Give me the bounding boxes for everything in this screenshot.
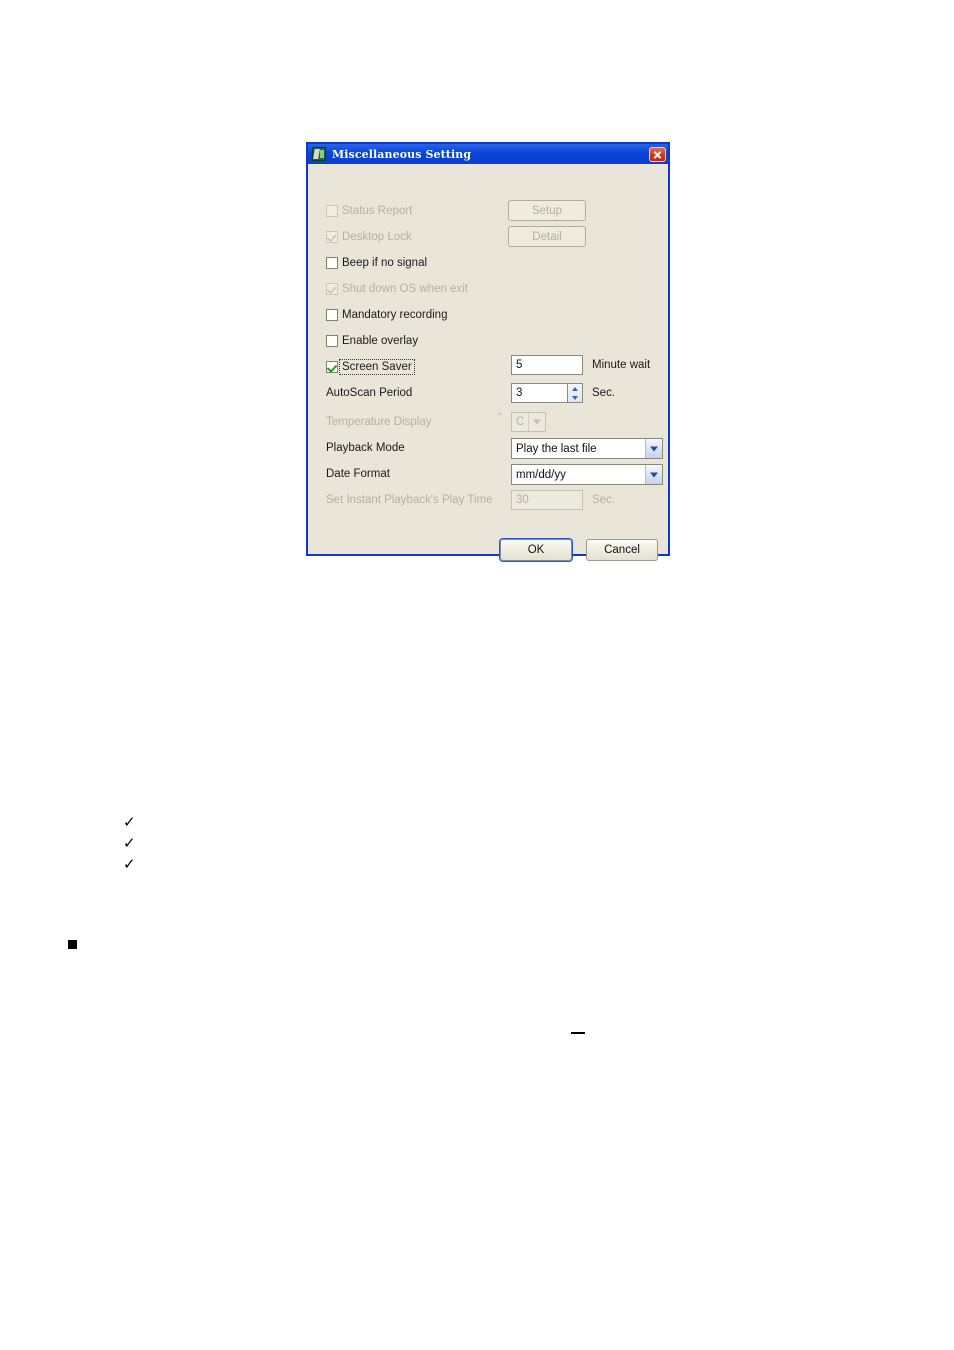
checkbox-enable-overlay-box[interactable] — [326, 335, 338, 347]
detail-button: Detail — [508, 226, 586, 247]
checkbox-enable-overlay[interactable]: Enable overlay — [326, 334, 420, 348]
instant-playback-label: Set Instant Playback's Play Time — [326, 494, 493, 506]
spinner-down-icon[interactable] — [568, 393, 582, 402]
checkbox-mandatory-recording-box[interactable] — [326, 309, 338, 321]
checkbox-mandatory-recording[interactable]: Mandatory recording — [326, 308, 449, 322]
setup-button: Setup — [508, 200, 586, 221]
playback-mode-value: Play the last file — [516, 442, 597, 455]
checkbox-status-report: Status Report — [326, 204, 414, 218]
checkbox-mandatory-recording-label: Mandatory recording — [342, 309, 448, 321]
temperature-display-label: Temperature Display — [326, 416, 432, 428]
row-desktop-lock: Desktop Lock — [308, 224, 668, 250]
screen-saver-unit-label: Minute wait — [592, 359, 651, 371]
page-dash-mark — [571, 1032, 585, 1034]
temperature-unit-value: C — [516, 416, 525, 428]
page-square-bullet — [68, 940, 77, 949]
checkbox-status-report-box — [326, 205, 338, 217]
autoscan-period-input[interactable]: 3 — [511, 383, 568, 403]
chevron-down-icon[interactable] — [645, 465, 662, 484]
checkbox-shutdown-os: Shut down OS when exit — [326, 282, 470, 296]
date-format-select[interactable]: mm/dd/yy — [511, 464, 663, 485]
row-shutdown-os: Shut down OS when exit — [308, 276, 668, 302]
row-beep-no-signal: Beep if no signal — [308, 250, 668, 276]
temperature-unit-select: C — [511, 412, 546, 432]
checkbox-screen-saver-label: Screen Saver — [339, 359, 415, 375]
chevron-down-icon — [528, 413, 545, 431]
checkbox-status-report-label: Status Report — [342, 205, 413, 217]
spinner-up-icon[interactable] — [568, 384, 582, 393]
instant-playback-unit-label: Sec. — [592, 494, 616, 506]
dialog-title: Miscellaneous Setting — [332, 147, 472, 161]
row-status-report: Status Report — [308, 198, 668, 224]
ok-button[interactable]: OK — [500, 539, 572, 561]
page-checkmark-3: ✓ — [123, 855, 136, 873]
screen-saver-minutes-input[interactable]: 5 — [511, 355, 583, 375]
miscellaneous-setting-dialog: Miscellaneous Setting Status Report Setu… — [306, 142, 670, 561]
checkbox-desktop-lock-label: Desktop Lock — [342, 231, 412, 243]
checkbox-desktop-lock-box — [326, 231, 338, 243]
checkbox-beep-no-signal-box[interactable] — [326, 257, 338, 269]
checkbox-enable-overlay-label: Enable overlay — [342, 335, 419, 347]
page-checkmark-2: ✓ — [123, 834, 136, 852]
dialog-body: Status Report Setup Desktop Lock Detail … — [308, 164, 668, 561]
autoscan-period-label: AutoScan Period — [326, 387, 413, 399]
close-icon[interactable] — [649, 146, 666, 162]
app-icon — [312, 147, 326, 161]
playback-mode-select[interactable]: Play the last file — [511, 438, 663, 459]
chevron-down-icon[interactable] — [645, 439, 662, 458]
row-enable-overlay: Enable overlay — [308, 328, 668, 354]
autoscan-period-spinner[interactable] — [568, 383, 583, 403]
checkbox-shutdown-os-label: Shut down OS when exit — [342, 283, 468, 295]
checkbox-desktop-lock: Desktop Lock — [326, 230, 414, 244]
dialog-titlebar[interactable]: Miscellaneous Setting — [308, 144, 668, 164]
page-checkmark-1: ✓ — [123, 813, 136, 831]
checkbox-screen-saver-box[interactable] — [326, 361, 338, 373]
checkbox-beep-no-signal[interactable]: Beep if no signal — [326, 256, 429, 270]
degree-symbol: ° — [498, 411, 502, 421]
playback-mode-label: Playback Mode — [326, 442, 405, 454]
date-format-label: Date Format — [326, 468, 390, 480]
checkbox-shutdown-os-box — [326, 283, 338, 295]
cancel-button[interactable]: Cancel — [586, 539, 658, 561]
row-mandatory-recording: Mandatory recording — [308, 302, 668, 328]
checkbox-beep-no-signal-label: Beep if no signal — [342, 257, 428, 269]
date-format-value: mm/dd/yy — [516, 468, 566, 481]
checkbox-screen-saver[interactable]: Screen Saver — [326, 359, 415, 375]
instant-playback-input: 30 — [511, 490, 583, 510]
autoscan-period-unit-label: Sec. — [592, 387, 616, 399]
